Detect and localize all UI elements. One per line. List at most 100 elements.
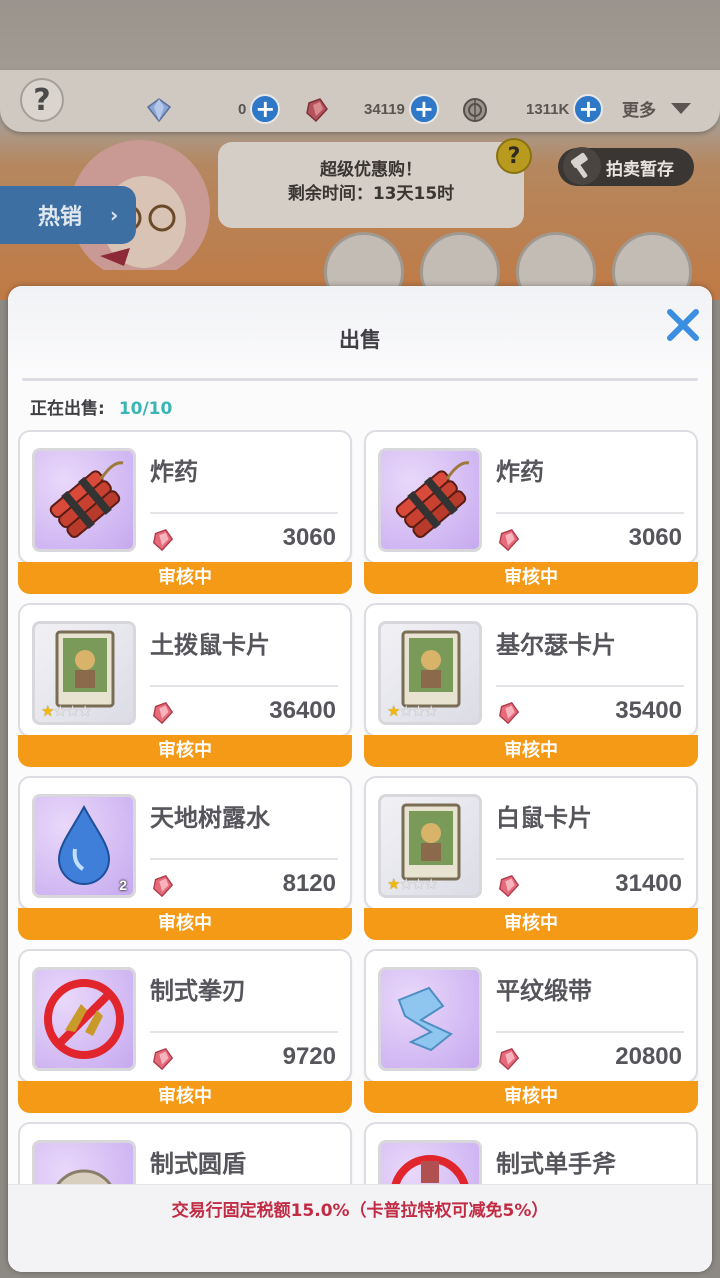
card-icon: ★★★★: [378, 621, 482, 725]
help-button[interactable]: ?: [20, 78, 64, 122]
promo-bubble[interactable]: 超级优惠购！ 剩余时间：13天15时: [218, 142, 524, 228]
review-status-banner: 审核中: [364, 1081, 698, 1113]
review-status-banner: 审核中: [18, 908, 352, 940]
item-name: 平纹缎带: [496, 977, 592, 1005]
more-menu-label[interactable]: 更多: [622, 96, 656, 121]
fee-notice: 交易行固定税额15.0%（卡普拉特权可减免5%）: [171, 1201, 549, 1221]
item-name: 土拨鼠卡片: [150, 631, 270, 659]
hot-sale-tab[interactable]: 热销 ›: [0, 186, 136, 244]
listing-card-body: 制式单手斧: [364, 1122, 698, 1190]
listing-card[interactable]: 制式拳刃 9720 审核中: [18, 949, 352, 1113]
card-divider: [150, 512, 338, 514]
card-divider: [496, 685, 684, 687]
card-icon: ★★★★: [32, 621, 136, 725]
item-name: 基尔瑟卡片: [496, 631, 616, 659]
promo-title: 超级优惠购！: [320, 160, 422, 180]
star-rating: ★★★★: [387, 702, 438, 720]
red-gem-icon: [153, 1048, 174, 1071]
add-coin-button[interactable]: +: [573, 94, 604, 124]
item-name: 天地树露水: [150, 804, 270, 832]
close-icon[interactable]: [664, 306, 702, 344]
review-status-banner: 审核中: [18, 562, 352, 594]
sell-modal: 出售 正在出售: 10/10 炸药 3060 审核中 炸药 3060 审核中 ★★★★ 土拨鼠卡…: [8, 286, 712, 1272]
item-price: 8120: [282, 870, 336, 897]
promo-remaining-time: 剩余时间：13天15时: [287, 184, 455, 204]
promo-help-button[interactable]: ?: [496, 138, 532, 174]
item-name: 白鼠卡片: [496, 804, 592, 832]
red-gem-icon: [499, 1048, 520, 1071]
add-gem-button[interactable]: +: [408, 94, 439, 124]
selling-label: 正在出售:: [30, 399, 105, 419]
card-divider: [150, 1031, 338, 1033]
item-name: 制式圆盾: [150, 1150, 246, 1178]
selling-count: 10/10: [118, 399, 173, 419]
header-divider: [22, 378, 698, 381]
item-price: 3060: [282, 524, 336, 551]
ribbon-icon: [378, 967, 482, 1071]
listing-grid: 炸药 3060 审核中 炸药 3060 审核中 ★★★★ 土拨鼠卡片 36400 审核中 ★★★★ 基…: [18, 430, 702, 1190]
red-gem-icon: [306, 98, 328, 123]
selling-status: 正在出售: 10/10: [30, 394, 172, 419]
listing-card-body: 炸药 3060: [18, 430, 352, 564]
modal-title: 出售: [339, 328, 381, 352]
listing-card-body: 2 天地树露水 8120: [18, 776, 352, 910]
star-rating: ★★★★: [41, 702, 92, 720]
listing-card[interactable]: 平纹缎带 20800 审核中: [364, 949, 698, 1113]
item-price: 36400: [269, 697, 336, 724]
review-status-banner: 审核中: [18, 735, 352, 767]
review-status-banner: 审核中: [364, 908, 698, 940]
gem-value: 34119: [364, 100, 405, 118]
listing-card[interactable]: ★★★★ 白鼠卡片 31400 审核中: [364, 776, 698, 940]
red-gem-icon: [499, 875, 520, 898]
red-gem-icon: [153, 529, 174, 552]
hand-axe-icon: [378, 1140, 482, 1190]
listing-card[interactable]: 制式圆盾: [18, 1122, 352, 1190]
item-name: 炸药: [496, 458, 544, 486]
auction-storage-label: 拍卖暂存: [606, 159, 674, 180]
item-name: 制式单手斧: [496, 1150, 616, 1178]
item-price: 3060: [628, 524, 682, 551]
listing-card[interactable]: 炸药 3060 审核中: [364, 430, 698, 594]
listing-card[interactable]: 制式单手斧: [364, 1122, 698, 1190]
item-name: 炸药: [150, 458, 198, 486]
coin-icon: [463, 98, 487, 122]
card-divider: [496, 512, 684, 514]
diamond-resource: 0 +: [238, 92, 281, 126]
red-gem-icon: [499, 529, 520, 552]
card-icon: ★★★★: [378, 794, 482, 898]
item-price: 31400: [615, 870, 682, 897]
dynamite-icon: [32, 448, 136, 552]
red-gem-icon: [499, 702, 520, 725]
knuckle-blade-icon: [32, 967, 136, 1071]
gem-resource: 34119 +: [364, 92, 439, 126]
item-quantity: 2: [119, 877, 127, 893]
star-rating: ★★★★: [387, 875, 438, 893]
item-name: 制式拳刃: [150, 977, 246, 1005]
add-diamond-button[interactable]: +: [250, 94, 281, 124]
card-divider: [496, 1031, 684, 1033]
diamond-icon: [146, 98, 172, 123]
water-drop-icon: 2: [32, 794, 136, 898]
card-divider: [496, 858, 684, 860]
listing-card[interactable]: 炸药 3060 审核中: [18, 430, 352, 594]
coin-resource: 1311K +: [526, 92, 604, 126]
listing-card[interactable]: 2 天地树露水 8120 审核中: [18, 776, 352, 940]
listing-card-body: 制式圆盾: [18, 1122, 352, 1190]
coin-value: 1311K: [526, 100, 570, 118]
chevron-right-icon: ›: [110, 203, 119, 227]
item-price: 35400: [615, 697, 682, 724]
review-status-banner: 审核中: [364, 562, 698, 594]
review-status-banner: 审核中: [364, 735, 698, 767]
card-divider: [150, 858, 338, 860]
hot-sale-label: 热销: [38, 205, 83, 230]
red-gem-icon: [153, 702, 174, 725]
listing-card-body: ★★★★ 白鼠卡片 31400: [364, 776, 698, 910]
chevron-down-icon[interactable]: [671, 103, 691, 114]
review-status-banner: 审核中: [18, 1081, 352, 1113]
listing-card-body: 平纹缎带 20800: [364, 949, 698, 1083]
card-divider: [150, 685, 338, 687]
listing-card[interactable]: ★★★★ 土拨鼠卡片 36400 审核中: [18, 603, 352, 767]
listing-card-body: ★★★★ 土拨鼠卡片 36400: [18, 603, 352, 737]
listing-card[interactable]: ★★★★ 基尔瑟卡片 35400 审核中: [364, 603, 698, 767]
diamond-value: 0: [238, 100, 247, 118]
